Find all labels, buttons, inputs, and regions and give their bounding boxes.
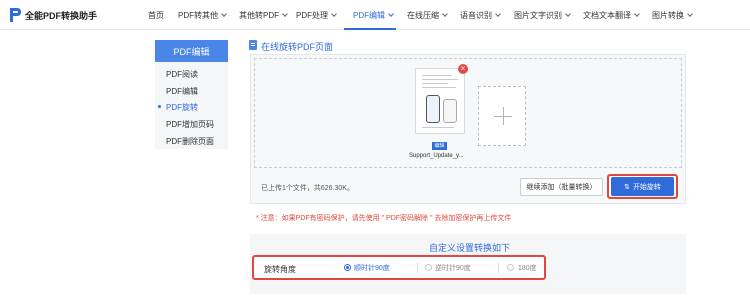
swap-arrows-icon: ⇅ — [624, 183, 630, 191]
sidebar-item-pdf-add-page-numbers[interactable]: PDF增加页码 — [166, 119, 214, 130]
chevron-down-icon — [565, 11, 571, 17]
nav-label: PDF编辑 — [353, 11, 385, 20]
nav-label: 语音识别 — [460, 11, 492, 20]
nav-pdf-edit[interactable]: PDF编辑 — [353, 10, 394, 21]
sidebar-list: PDF阅读 PDF编辑 PDF旋转 PDF增加页码 PDF删除页面 — [155, 62, 228, 149]
sidebar-item-pdf-read[interactable]: PDF阅读 — [166, 69, 198, 80]
nav-speech-recognition[interactable]: 语音识别 — [460, 10, 501, 21]
divider — [498, 263, 499, 273]
phone-image — [443, 99, 457, 123]
start-rotate-button[interactable]: ⇅ 开始旋转 — [611, 177, 674, 196]
nav-online-compress[interactable]: 在线压缩 — [407, 10, 448, 21]
option-clockwise-90[interactable]: 顺时针90度 — [354, 263, 390, 273]
remove-file-icon[interactable]: × — [458, 64, 468, 74]
radio-180[interactable] — [507, 264, 514, 271]
nav-label: PDF处理 — [296, 11, 328, 20]
thumbnail-text-line — [422, 75, 452, 76]
radio-counterclockwise-90[interactable] — [425, 264, 432, 271]
add-file-button[interactable] — [478, 86, 526, 146]
thumbnail-text-line — [422, 79, 458, 80]
active-dot-icon — [158, 105, 161, 108]
nav-label: PDF转其他 — [178, 11, 218, 20]
nav-image-ocr[interactable]: 图片文字识别 — [514, 10, 571, 21]
nav-label: 文档文本翻译 — [583, 11, 631, 20]
option-counterclockwise-90[interactable]: 逆时针90度 — [435, 263, 471, 273]
nav-label: 在线压缩 — [407, 11, 439, 20]
option-180[interactable]: 180度 — [518, 263, 537, 273]
chevron-down-icon — [442, 11, 448, 17]
nav-label: 图片文字识别 — [514, 11, 562, 20]
chevron-down-icon — [331, 11, 337, 17]
sidebar-item-pdf-edit[interactable]: PDF编辑 — [166, 86, 198, 97]
continue-add-button[interactable]: 继续添加（批量转换） — [520, 178, 603, 196]
page-title: 在线旋转PDF页面 — [261, 42, 334, 52]
settings-title: 自定义设置转换如下 — [429, 243, 511, 253]
nav-label: 其他转PDF — [239, 11, 279, 20]
top-nav: 全能PDF转换助手 首页 PDF转其他 其他转PDF PDF处理 PDF编辑 在… — [0, 0, 750, 30]
nav-label: 图片转换 — [652, 11, 684, 20]
nav-active-underline — [344, 28, 396, 30]
sidebar-item-pdf-delete-pages[interactable]: PDF删除页面 — [166, 136, 214, 147]
thumbnail-text-line — [422, 127, 454, 128]
document-icon — [249, 40, 257, 50]
logo-p-icon[interactable] — [8, 7, 22, 23]
file-name: Support_Update_y... — [409, 153, 464, 159]
chevron-down-icon — [388, 11, 394, 17]
chevron-down-icon — [634, 11, 640, 17]
chevron-down-icon — [495, 11, 501, 17]
phone-image — [426, 95, 440, 123]
nav-pdf-to-other[interactable]: PDF转其他 — [178, 10, 227, 21]
start-button-label: 开始旋转 — [632, 183, 661, 191]
file-thumbnail[interactable] — [415, 68, 465, 134]
nav-image-convert[interactable]: 图片转换 — [652, 10, 693, 21]
divider — [417, 263, 418, 273]
chevron-down-icon — [687, 11, 693, 17]
chevron-down-icon — [221, 11, 227, 17]
rotation-angle-label: 旋转角度 — [264, 265, 296, 274]
nav-doc-translate[interactable]: 文档文本翻译 — [583, 10, 640, 21]
nav-home[interactable]: 首页 — [148, 10, 164, 21]
edit-tag[interactable]: 编辑 — [432, 142, 447, 150]
file-drop-zone[interactable] — [254, 58, 682, 168]
brand-name[interactable]: 全能PDF转换助手 — [25, 9, 97, 22]
plus-icon — [503, 107, 504, 125]
thumbnail-text-line — [422, 87, 456, 88]
upload-info: 已上传1个文件，共626.30K。 — [261, 185, 354, 192]
nav-label: 首页 — [148, 11, 164, 20]
nav-other-to-pdf[interactable]: 其他转PDF — [239, 10, 288, 21]
sidebar-heading: PDF编辑 — [155, 40, 228, 62]
sidebar-item-pdf-rotate[interactable]: PDF旋转 — [166, 102, 198, 113]
chevron-down-icon — [282, 11, 288, 17]
thumbnail-text-line — [422, 83, 448, 84]
password-notice: * 注意：如果PDF有密码保护，请先使用 " PDF密码解除 " 去除加密保护再… — [256, 215, 512, 222]
radio-clockwise-90[interactable] — [344, 264, 351, 271]
nav-pdf-process[interactable]: PDF处理 — [296, 10, 337, 21]
rotation-options-highlight — [252, 255, 546, 280]
